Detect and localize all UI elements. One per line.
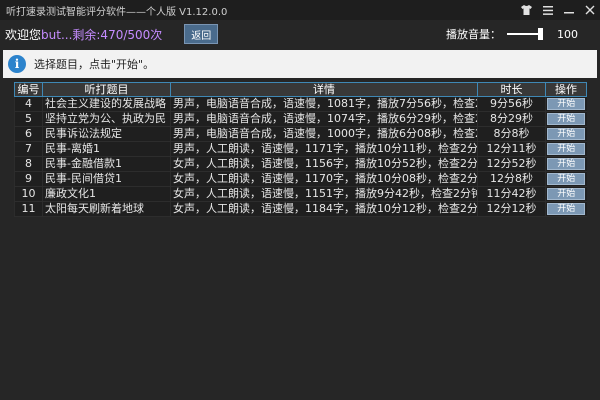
table-header: 编号 听打题目 详情 时长 操作	[14, 82, 587, 97]
table-row[interactable]: 7 民事-离婚1 男声，人工朗读，语速慢，1171字，播放10分11秒，检查2分钟 1…	[14, 141, 587, 157]
start-button[interactable]: 开始	[547, 158, 586, 170]
table-row[interactable]: 6 民事诉讼法规定 男声，电脑语音合成，语速慢，1000字，播放6分08秒，检查2分…	[14, 126, 587, 142]
minimize-icon[interactable]	[558, 0, 579, 20]
cell-number: 8	[14, 156, 43, 172]
cell-duration: 12分52秒	[477, 156, 546, 172]
cell-detail: 女声，人工朗读，语速慢，1151字，播放9分42秒，检查2分钟	[170, 186, 478, 202]
table-row[interactable]: 9 民事-民间借贷1 女声，人工朗读，语速慢，1170字，播放10分08秒，检查2分…	[14, 171, 587, 187]
cell-action: 开始	[545, 201, 587, 217]
cell-title: 太阳每天刷新着地球	[42, 201, 171, 217]
table-row[interactable]: 10 廉政文化1 女声，人工朗读，语速慢，1151字，播放9分42秒，检查2分钟 11…	[14, 186, 587, 202]
cell-number: 5	[14, 111, 43, 127]
table-row[interactable]: 11 太阳每天刷新着地球 女声，人工朗读，语速慢，1184字，播放10分12秒，检查…	[14, 201, 587, 217]
cell-title: 廉政文化1	[42, 186, 171, 202]
table-row[interactable]: 4 社会主义建设的发展战略 男声，电脑语音合成，语速慢，1081字，播放7分56秒，…	[14, 96, 587, 112]
cell-action: 开始	[545, 171, 587, 187]
close-icon[interactable]	[579, 0, 600, 20]
cell-number: 7	[14, 141, 43, 157]
column-header-duration: 时长	[477, 82, 546, 97]
cell-detail: 男声，人工朗读，语速慢，1171字，播放10分11秒，检查2分钟	[170, 141, 478, 157]
start-button[interactable]: 开始	[547, 113, 586, 125]
cell-action: 开始	[545, 126, 587, 142]
cell-title: 民事-离婚1	[42, 141, 171, 157]
start-button[interactable]: 开始	[547, 188, 586, 200]
table-body: 4 社会主义建设的发展战略 男声，电脑语音合成，语速慢，1081字，播放7分56秒，…	[14, 96, 587, 217]
cell-title: 民事诉讼法规定	[42, 126, 171, 142]
cell-title: 民事-金融借款1	[42, 156, 171, 172]
cell-detail: 女声，人工朗读，语速慢，1156字，播放10分52秒，检查2分钟	[170, 156, 478, 172]
start-button[interactable]: 开始	[547, 98, 586, 110]
cell-duration: 12分11秒	[477, 141, 546, 157]
menu-icon[interactable]	[537, 0, 558, 20]
cell-title: 坚持立党为公、执政为民	[42, 111, 171, 127]
info-icon: i	[8, 55, 26, 73]
volume-slider[interactable]	[507, 28, 543, 40]
cell-duration: 12分8秒	[477, 171, 546, 187]
cell-action: 开始	[545, 96, 587, 112]
cell-detail: 男声，电脑语音合成，语速慢，1081字，播放7分56秒，检查2分钟	[170, 96, 478, 112]
cell-duration: 8分29秒	[477, 111, 546, 127]
start-button[interactable]: 开始	[547, 203, 586, 215]
table-row[interactable]: 5 坚持立党为公、执政为民 男声，电脑语音合成，语速慢，1074字，播放6分29秒，…	[14, 111, 587, 127]
cell-detail: 女声，人工朗读，语速慢，1184字，播放10分12秒，检查2分钟	[170, 201, 478, 217]
info-bar: i 选择题目，点击"开始"。	[3, 50, 597, 78]
cell-detail: 男声，电脑语音合成，语速慢，1074字，播放6分29秒，检查2分钟	[170, 111, 478, 127]
cell-number: 6	[14, 126, 43, 142]
cell-detail: 女声，人工朗读，语速慢，1170字，播放10分08秒，检查2分钟	[170, 171, 478, 187]
cell-duration: 11分42秒	[477, 186, 546, 202]
header-row: 欢迎您 but...剩余:470/500次 返回 播放音量： 100	[0, 20, 600, 48]
cell-title: 社会主义建设的发展战略	[42, 96, 171, 112]
volume-thumb[interactable]	[538, 28, 543, 40]
column-header-title: 听打题目	[42, 82, 171, 97]
column-header-number: 编号	[14, 82, 43, 97]
cell-detail: 男声，电脑语音合成，语速慢，1000字，播放6分08秒，检查2分钟	[170, 126, 478, 142]
empty-area	[14, 226, 586, 388]
cell-number: 11	[14, 201, 43, 217]
title-bar: 听打速录测试智能评分软件——个人版 V1.12.0.0	[0, 0, 600, 20]
column-header-detail: 详情	[170, 82, 478, 97]
cell-duration: 8分8秒	[477, 126, 546, 142]
cell-action: 开始	[545, 111, 587, 127]
volume-value: 100	[557, 27, 578, 41]
volume-control: 播放音量： 100	[446, 20, 578, 48]
cell-duration: 9分56秒	[477, 96, 546, 112]
window-controls	[516, 0, 600, 20]
cell-number: 10	[14, 186, 43, 202]
cell-action: 开始	[545, 186, 587, 202]
table-row[interactable]: 8 民事-金融借款1 女声，人工朗读，语速慢，1156字，播放10分52秒，检查2分…	[14, 156, 587, 172]
start-button[interactable]: 开始	[547, 128, 586, 140]
shirt-icon[interactable]	[516, 0, 537, 20]
cell-title: 民事-民间借贷1	[42, 171, 171, 187]
start-button[interactable]: 开始	[547, 143, 586, 155]
window-title: 听打速录测试智能评分软件——个人版 V1.12.0.0	[6, 6, 228, 18]
cell-number: 9	[14, 171, 43, 187]
cell-duration: 12分12秒	[477, 201, 546, 217]
info-message: 选择题目，点击"开始"。	[34, 58, 155, 71]
cell-number: 4	[14, 96, 43, 112]
user-status: but...剩余:470/500次	[41, 27, 163, 42]
welcome-text: 欢迎您	[5, 27, 42, 42]
question-table: 编号 听打题目 详情 时长 操作 4 社会主义建设的发展战略 男声，电脑语音合成，语…	[14, 82, 587, 217]
volume-label: 播放音量：	[446, 28, 501, 41]
cell-action: 开始	[545, 141, 587, 157]
start-button[interactable]: 开始	[547, 173, 586, 185]
back-button[interactable]: 返回	[184, 24, 219, 44]
cell-action: 开始	[545, 156, 587, 172]
column-header-action: 操作	[545, 82, 587, 97]
